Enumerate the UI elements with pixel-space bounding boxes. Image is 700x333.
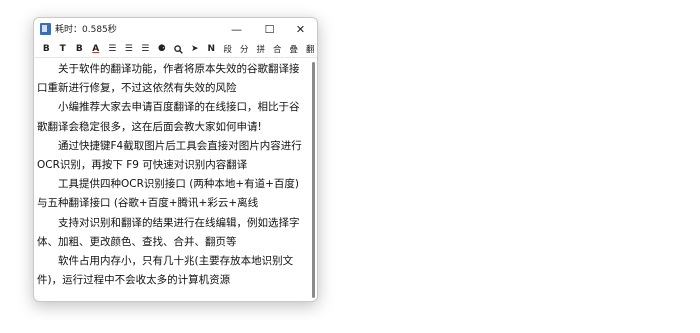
align-left-icon[interactable]: ☰	[104, 42, 121, 56]
scrollbar-thumb[interactable]	[312, 62, 315, 298]
bold-icon[interactable]: B	[38, 42, 55, 56]
paragraph: 关于软件的翻译功能，作者将原本失效的谷歌翻译接口重新进行修复，不过这依然有失效的…	[37, 63, 300, 95]
send-icon[interactable]: ➤	[187, 42, 204, 56]
paragraph: 通过快捷键F4截取图片后工具会直接对图片内容进行OCR识别，再按下 F9 可快速…	[37, 139, 302, 172]
app-icon	[40, 23, 51, 35]
search-icon-glyph	[173, 44, 183, 54]
tool-die-button[interactable]: 叠	[286, 42, 303, 56]
tool-duan-button[interactable]: 段	[220, 42, 237, 56]
minimize-button[interactable]: —	[220, 18, 253, 40]
italic-icon[interactable]: T	[55, 42, 72, 56]
align-center-icon[interactable]: ☰	[121, 42, 138, 56]
paragraph: 支持对识别和翻译的结果进行在线编辑，例如选择字体、加粗、更改颜色、查找、合并、翻…	[37, 216, 300, 248]
vertical-scrollbar[interactable]	[311, 62, 315, 298]
font-color-icon[interactable]: A	[88, 42, 105, 56]
close-button[interactable]: ✕	[284, 18, 317, 40]
result-text-area[interactable]: 关于软件的翻译功能，作者将原本失效的谷歌翻译接口重新进行修复，不过这依然有失效的…	[34, 58, 317, 301]
search-icon[interactable]	[170, 42, 187, 56]
tool-pin-button[interactable]: 拼	[253, 42, 270, 56]
tool-fan-button[interactable]: 翻	[302, 42, 317, 56]
paragraph: 软件占用内存小，只有几十兆(主要存放本地识别文件)，运行过程中不会收太多的计算机…	[37, 255, 294, 287]
n-icon[interactable]: N	[203, 42, 220, 56]
editable-text[interactable]: 关于软件的翻译功能，作者将原本失效的谷歌翻译接口重新进行修复，不过这依然有失效的…	[37, 60, 308, 290]
tool-fen-button[interactable]: 分	[236, 42, 253, 56]
align-right-icon[interactable]: ☰	[137, 42, 154, 56]
ocr-result-window: 耗时：0.585秒 — ☐ ✕ B T B A ☰ ☰ ☰ ⚈ ➤ N 段 分 …	[33, 17, 318, 302]
font-color-letter: A	[92, 44, 100, 54]
format-toolbar: B T B A ☰ ☰ ☰ ⚈ ➤ N 段 分 拼 合 叠 翻	[34, 41, 317, 58]
paragraph: 工具提供四种OCR识别接口 (两种本地+有道+百度) 与五种翻译接口 (谷歌+百…	[37, 178, 300, 210]
title-bar[interactable]: 耗时：0.585秒 — ☐ ✕	[34, 18, 317, 40]
window-title: 耗时：0.585秒	[55, 25, 117, 35]
maximize-button[interactable]: ☐	[253, 18, 286, 40]
bold-toggle-icon[interactable]: B	[71, 42, 88, 56]
paragraph: 小编推荐大家去申请百度翻译的在线接口，相比于谷歌翻译会稳定很多，这在后面会教大家…	[37, 101, 300, 133]
tool-he-button[interactable]: 合	[269, 42, 286, 56]
paint-bucket-icon[interactable]: ⚈	[154, 42, 171, 56]
